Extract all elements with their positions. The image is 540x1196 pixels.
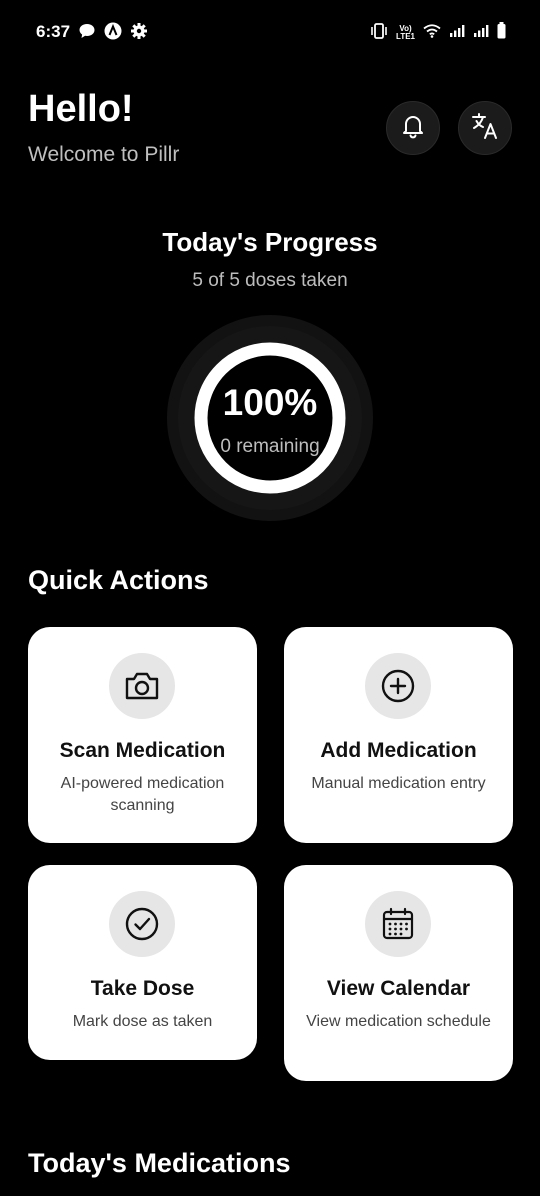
- translate-button[interactable]: [458, 101, 512, 155]
- bell-icon: [399, 112, 427, 145]
- card-title: Scan Medication: [59, 739, 226, 762]
- volte-label: LTE1: [396, 32, 415, 41]
- view-calendar-card[interactable]: View Calendar View medication schedule: [284, 865, 513, 1081]
- notifications-button[interactable]: [386, 101, 440, 155]
- volte-icon: Vo) LTE1: [396, 24, 415, 41]
- progress-subtitle: 5 of 5 doses taken: [192, 270, 348, 291]
- welcome-text: Welcome to Pillr: [28, 143, 180, 166]
- card-title: Take Dose: [90, 977, 195, 1000]
- card-description: Mark dose as taken: [72, 1013, 213, 1030]
- wifi-icon: [423, 23, 441, 43]
- battery-icon: [497, 22, 506, 44]
- status-right-icons: Vo) LTE1: [370, 22, 506, 44]
- vibrate-icon: [370, 22, 388, 44]
- card-title: View Calendar: [326, 977, 471, 1000]
- greeting-title: Hello!: [28, 88, 134, 130]
- signal-icon: [473, 24, 489, 43]
- card-description: Manual medication entry: [311, 775, 486, 792]
- home-screen: 6:37 Vo) LTE1 Hello! Welcome to Pillr To…: [0, 0, 540, 1196]
- check-circle-icon: [109, 891, 175, 957]
- progress-remaining: 0 remaining: [220, 436, 320, 457]
- progress-title: Today's Progress: [162, 227, 378, 257]
- calendar-icon: [365, 891, 431, 957]
- signal-icon: [449, 24, 465, 43]
- todays-medications-title: Today's Medications: [28, 1148, 291, 1178]
- settings-icon: [130, 22, 148, 45]
- add-medication-card[interactable]: Add Medication Manual medication entry: [284, 627, 513, 843]
- status-bar: 6:37 Vo) LTE1: [0, 0, 540, 64]
- card-title: Add Medication: [320, 739, 477, 762]
- plus-circle-icon: [365, 653, 431, 719]
- card-description: AI-powered medication scanning: [60, 775, 225, 814]
- scan-medication-card[interactable]: Scan Medication AI-powered medication sc…: [28, 627, 257, 843]
- card-description: View medication schedule: [306, 1013, 491, 1030]
- quick-actions-title: Quick Actions: [28, 565, 209, 595]
- status-time: 6:37: [36, 22, 71, 41]
- translate-icon: [470, 111, 500, 146]
- a-icon: [104, 22, 122, 45]
- progress-percent: 100%: [222, 382, 318, 423]
- chat-icon: [78, 22, 96, 45]
- take-dose-card[interactable]: Take Dose Mark dose as taken: [28, 865, 257, 1060]
- camera-icon: [109, 653, 175, 719]
- status-left-icons: [78, 22, 148, 45]
